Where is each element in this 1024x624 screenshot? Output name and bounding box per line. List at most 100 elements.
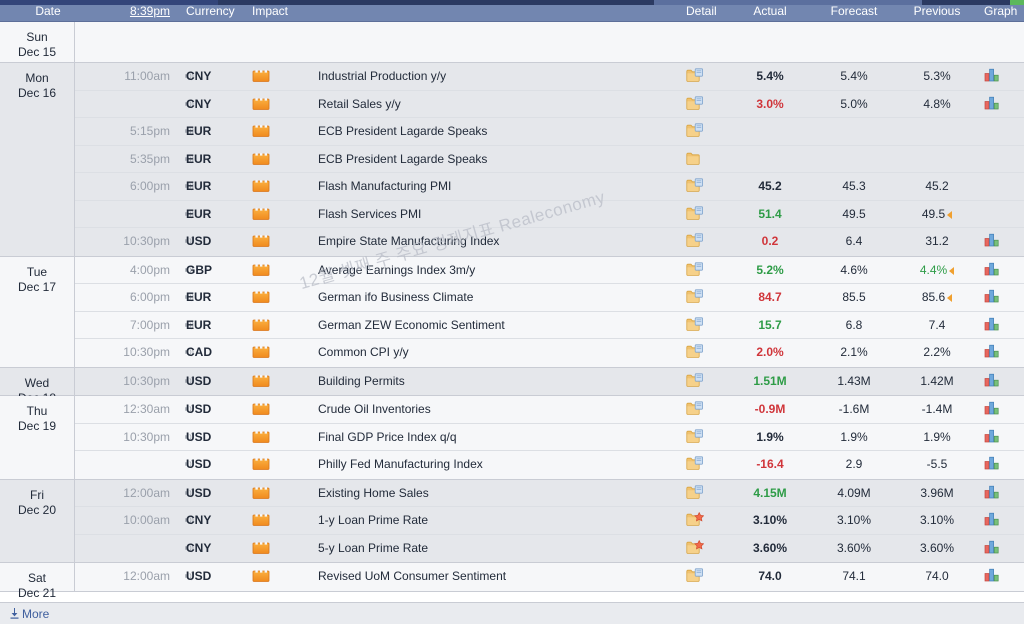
column-header-time[interactable]: 8:39pm bbox=[92, 3, 170, 20]
impact-medium-icon[interactable] bbox=[252, 427, 270, 443]
event-graph-cell[interactable] bbox=[984, 535, 1022, 563]
impact-medium-icon[interactable] bbox=[252, 566, 270, 582]
column-header-graph[interactable]: Graph bbox=[984, 3, 1022, 20]
event-detail-cell[interactable] bbox=[686, 507, 730, 535]
graph-icon[interactable] bbox=[984, 341, 1000, 358]
detail-folder-page-icon[interactable] bbox=[686, 260, 704, 276]
impact-medium-icon[interactable] bbox=[252, 287, 270, 303]
event-title[interactable]: Common CPI y/y bbox=[318, 339, 708, 367]
event-detail-cell[interactable] bbox=[686, 312, 730, 340]
event-graph-cell[interactable] bbox=[984, 339, 1022, 367]
graph-icon[interactable] bbox=[984, 93, 1000, 109]
detail-folder-star-icon[interactable] bbox=[686, 510, 705, 526]
impact-medium-icon[interactable] bbox=[252, 538, 270, 554]
event-impact-cell[interactable] bbox=[252, 257, 300, 285]
graph-icon[interactable] bbox=[984, 286, 1000, 303]
event-title[interactable]: Flash Manufacturing PMI bbox=[318, 173, 708, 201]
graph-icon[interactable] bbox=[984, 509, 1000, 526]
event-graph-cell[interactable] bbox=[984, 507, 1022, 535]
event-title[interactable]: German ifo Business Climate bbox=[318, 284, 708, 312]
event-graph-cell[interactable] bbox=[984, 480, 1022, 508]
graph-icon[interactable] bbox=[984, 65, 1000, 82]
event-impact-cell[interactable] bbox=[252, 563, 300, 591]
impact-medium-icon[interactable] bbox=[252, 371, 270, 387]
event-graph-cell[interactable] bbox=[984, 63, 1022, 91]
event-graph-cell[interactable] bbox=[984, 257, 1022, 285]
event-detail-cell[interactable] bbox=[686, 284, 730, 312]
calendar-event-row[interactable]: 10:30pm USD Final GDP Price Index q/q 1.9% 1… bbox=[75, 424, 1024, 452]
detail-folder-page-icon[interactable] bbox=[686, 371, 704, 387]
event-title[interactable]: Average Earnings Index 3m/y bbox=[318, 257, 708, 285]
detail-folder-page-icon[interactable] bbox=[686, 483, 704, 499]
event-detail-cell[interactable] bbox=[686, 257, 730, 285]
graph-icon[interactable] bbox=[984, 482, 1000, 498]
detail-folder-page-icon[interactable] bbox=[686, 66, 704, 82]
graph-icon[interactable] bbox=[984, 314, 1000, 330]
graph-icon[interactable] bbox=[984, 426, 1000, 442]
detail-folder-page-icon[interactable] bbox=[686, 427, 704, 443]
event-detail-cell[interactable] bbox=[686, 91, 730, 119]
graph-icon[interactable] bbox=[984, 453, 1000, 470]
detail-folder-icon[interactable] bbox=[686, 149, 704, 165]
event-title[interactable]: Industrial Production y/y bbox=[318, 63, 708, 91]
impact-medium-icon[interactable] bbox=[252, 510, 270, 526]
event-graph-cell[interactable] bbox=[984, 396, 1022, 424]
calendar-event-row[interactable]: 5:15pm EUR ECB President Lagarde Speaks bbox=[75, 118, 1024, 146]
calendar-event-row[interactable]: 6:00pm EUR German ifo Business Climate 84.7… bbox=[75, 284, 1024, 312]
calendar-event-row[interactable]: USD Philly Fed Manufacturing Index -16.4 2.… bbox=[75, 451, 1024, 479]
calendar-event-row[interactable]: EUR Flash Services PMI 51.4 49.5 49.5 bbox=[75, 201, 1024, 229]
event-title[interactable]: Final GDP Price Index q/q bbox=[318, 424, 708, 452]
graph-icon[interactable] bbox=[984, 370, 1000, 386]
detail-folder-page-icon[interactable] bbox=[686, 566, 704, 582]
event-title[interactable]: Philly Fed Manufacturing Index bbox=[318, 451, 708, 479]
calendar-event-row[interactable]: 12:00am USD Revised UoM Consumer Sentiment… bbox=[75, 563, 1024, 591]
graph-icon[interactable] bbox=[984, 398, 1000, 415]
event-detail-cell[interactable] bbox=[686, 339, 730, 367]
impact-medium-icon[interactable] bbox=[252, 483, 270, 499]
event-detail-cell[interactable] bbox=[686, 173, 730, 201]
calendar-event-row[interactable]: 7:00pm EUR German ZEW Economic Sentiment 15… bbox=[75, 312, 1024, 340]
detail-folder-page-icon[interactable] bbox=[686, 176, 704, 192]
graph-icon[interactable] bbox=[984, 259, 1000, 275]
event-impact-cell[interactable] bbox=[252, 451, 300, 479]
event-title[interactable]: ECB President Lagarde Speaks bbox=[318, 146, 708, 174]
graph-icon[interactable] bbox=[984, 537, 1000, 553]
calendar-event-row[interactable]: 12:00am USD Existing Home Sales 4.15M 4.09M 3… bbox=[75, 480, 1024, 508]
impact-medium-icon[interactable] bbox=[252, 454, 270, 470]
event-impact-cell[interactable] bbox=[252, 368, 300, 396]
detail-folder-page-icon[interactable] bbox=[686, 204, 704, 220]
calendar-event-row[interactable]: 10:30pm USD Empire State Manufacturing Ind… bbox=[75, 228, 1024, 256]
calendar-event-row[interactable]: 12:30am USD Crude Oil Inventories -0.9M -1.6… bbox=[75, 396, 1024, 424]
event-impact-cell[interactable] bbox=[252, 480, 300, 508]
event-impact-cell[interactable] bbox=[252, 507, 300, 535]
event-detail-cell[interactable] bbox=[686, 146, 730, 174]
event-impact-cell[interactable] bbox=[252, 284, 300, 312]
event-title[interactable]: German ZEW Economic Sentiment bbox=[318, 312, 708, 340]
event-detail-cell[interactable] bbox=[686, 368, 730, 396]
event-detail-cell[interactable] bbox=[686, 480, 730, 508]
event-impact-cell[interactable] bbox=[252, 535, 300, 563]
column-header-detail[interactable]: Detail bbox=[686, 3, 730, 20]
calendar-event-row[interactable]: 4:00pm GBP Average Earnings Index 3m/y 5.2%… bbox=[75, 257, 1024, 285]
event-detail-cell[interactable] bbox=[686, 201, 730, 229]
detail-folder-page-icon[interactable] bbox=[686, 315, 704, 331]
impact-medium-icon[interactable] bbox=[252, 94, 270, 110]
detail-folder-star-icon[interactable] bbox=[686, 538, 705, 554]
calendar-event-row[interactable]: CNY Retail Sales y/y 3.0% 5.0% 4.8% bbox=[75, 91, 1024, 119]
detail-folder-page-icon[interactable] bbox=[686, 399, 704, 415]
impact-medium-icon[interactable] bbox=[252, 204, 270, 220]
event-title[interactable]: Existing Home Sales bbox=[318, 480, 708, 508]
column-header-impact[interactable]: Impact bbox=[252, 3, 300, 20]
event-title[interactable]: Retail Sales y/y bbox=[318, 91, 708, 119]
event-title[interactable]: 5-y Loan Prime Rate bbox=[318, 535, 708, 563]
event-graph-cell[interactable] bbox=[984, 118, 1022, 146]
calendar-event-row[interactable]: 10:30pm USD Building Permits 1.51M 1.43M 1.42… bbox=[75, 368, 1024, 396]
impact-medium-icon[interactable] bbox=[252, 231, 270, 247]
impact-medium-icon[interactable] bbox=[252, 260, 270, 276]
detail-folder-page-icon[interactable] bbox=[686, 231, 704, 247]
detail-folder-page-icon[interactable] bbox=[686, 454, 704, 470]
impact-medium-icon[interactable] bbox=[252, 399, 270, 415]
impact-medium-icon[interactable] bbox=[252, 121, 270, 137]
event-detail-cell[interactable] bbox=[686, 535, 730, 563]
event-impact-cell[interactable] bbox=[252, 173, 300, 201]
